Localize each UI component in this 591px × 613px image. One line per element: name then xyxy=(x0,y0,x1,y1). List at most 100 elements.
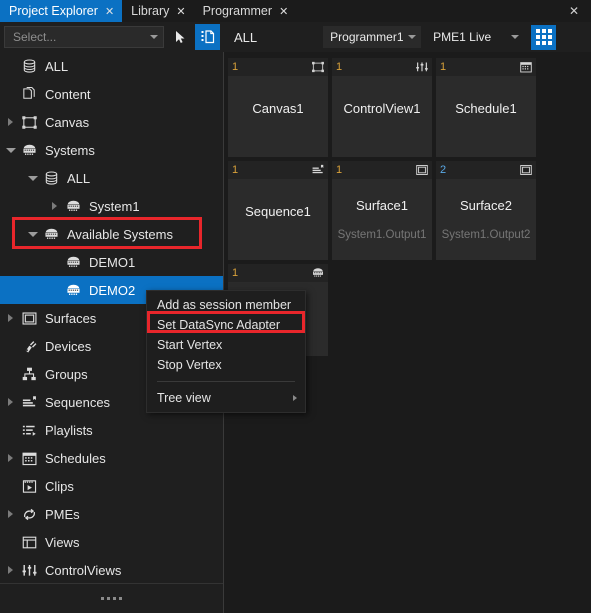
tree-item-systems[interactable]: Systems xyxy=(0,136,223,164)
tile-sequence1[interactable]: 1 Sequence1 xyxy=(228,161,328,260)
tile-title: Surface2 xyxy=(459,198,513,213)
chevron-right-icon[interactable] xyxy=(6,313,16,323)
tile-body: Surface2 System1.Output2 xyxy=(436,179,536,260)
panel-resize-grip[interactable] xyxy=(0,583,223,613)
menu-item-stop-vertex[interactable]: Stop Vertex xyxy=(147,355,305,375)
tree-item-system1[interactable]: System1 xyxy=(0,192,223,220)
canvas-icon xyxy=(311,60,325,74)
programmer-dropdown[interactable]: Programmer1 xyxy=(323,26,422,48)
tree-item-schedules[interactable]: Schedules xyxy=(0,444,223,472)
tile-title: Surface1 xyxy=(355,198,409,213)
tree-item-label: DEMO1 xyxy=(89,254,136,270)
programmer-dropdown-value: Programmer1 xyxy=(330,30,404,44)
chevron-right-icon[interactable] xyxy=(50,201,60,211)
tree-item-label: ALL xyxy=(45,58,69,74)
tree-item-label: ControlViews xyxy=(45,562,122,578)
chevron-right-icon[interactable] xyxy=(6,397,16,407)
tile-controlview1[interactable]: 1 ControlView1 xyxy=(332,58,432,157)
tree-item-all[interactable]: ALL xyxy=(0,164,223,192)
tree-item-label: Canvas xyxy=(45,114,90,130)
content-icon xyxy=(20,85,38,103)
tree-item-views[interactable]: Views xyxy=(0,528,223,556)
grid-view-button[interactable] xyxy=(531,24,557,50)
tile-subtitle: System1.Output1 xyxy=(337,229,427,241)
system-icon xyxy=(20,141,38,159)
system-icon xyxy=(311,266,325,280)
tile-header: 1 xyxy=(332,161,432,179)
close-icon[interactable]: ✕ xyxy=(279,6,288,17)
sequence-icon xyxy=(311,163,325,177)
tab-programmer[interactable]: Programmer ✕ xyxy=(194,0,297,22)
menu-item-set-datasync-adapter[interactable]: Set DataSync Adapter xyxy=(147,315,305,335)
close-icon[interactable]: ✕ xyxy=(105,6,114,17)
tree-item-label: Views xyxy=(45,534,80,550)
tree-item-clips[interactable]: Clips xyxy=(0,472,223,500)
tree-item-demo1[interactable]: DEMO1 xyxy=(0,248,223,276)
menu-item-start-vertex[interactable]: Start Vertex xyxy=(147,335,305,355)
tab-label: Programmer xyxy=(202,3,273,18)
menu-item-label: Add as session member xyxy=(157,298,292,312)
pme-dropdown[interactable]: PME1 Live xyxy=(426,26,525,48)
chevron-down-icon[interactable] xyxy=(28,229,38,239)
tree-item-label: Groups xyxy=(45,366,88,382)
tile-number: 1 xyxy=(440,60,447,73)
tile-row: 1 Canvas1 1 ControlView1 1 Schedule1 xyxy=(228,58,591,157)
chevron-down-icon[interactable] xyxy=(28,173,38,183)
tile-surface2[interactable]: 2 Surface2 System1.Output2 xyxy=(436,161,536,260)
tree-item-pmes[interactable]: PMEs xyxy=(0,500,223,528)
tile-body: Surface1 System1.Output1 xyxy=(332,179,432,260)
tree-item-label: DEMO2 xyxy=(89,282,136,298)
chevron-right-icon[interactable] xyxy=(6,565,16,575)
chevron-right-icon[interactable] xyxy=(6,453,16,463)
system-icon xyxy=(42,225,60,243)
select-dropdown[interactable]: Select... xyxy=(4,26,164,48)
window-close-icon[interactable]: ✕ xyxy=(557,0,591,22)
tree-item-all[interactable]: ALL xyxy=(0,52,223,80)
tile-schedule1[interactable]: 1 Schedule1 xyxy=(436,58,536,157)
menu-item-tree-view[interactable]: Tree view xyxy=(147,388,305,408)
tree-item-available-systems[interactable]: Available Systems xyxy=(0,220,223,248)
tile-header: 1 xyxy=(436,58,536,76)
close-icon[interactable]: ✕ xyxy=(176,6,185,17)
chevron-right-icon xyxy=(293,395,297,401)
tile-title: Canvas1 xyxy=(252,101,304,116)
tile-title: Schedule1 xyxy=(455,101,517,116)
tile-number: 2 xyxy=(440,163,447,176)
database-icon xyxy=(42,169,60,187)
page-tool-button[interactable] xyxy=(195,24,220,50)
tree-item-label: Content xyxy=(45,86,91,102)
content-filter-label: ALL xyxy=(234,29,258,45)
tab-library[interactable]: Library ✕ xyxy=(122,0,193,22)
tree-item-label: Clips xyxy=(45,478,74,494)
application-window: Project Explorer ✕ Library ✕ Programmer … xyxy=(0,0,591,613)
tab-bar: Project Explorer ✕ Library ✕ Programmer … xyxy=(0,0,591,22)
tile-surface1[interactable]: 1 Surface1 System1.Output1 xyxy=(332,161,432,260)
tree-item-content[interactable]: Content xyxy=(0,80,223,108)
tree-item-label: System1 xyxy=(89,198,140,214)
tree-item-canvas[interactable]: Canvas xyxy=(0,108,223,136)
tile-canvas1[interactable]: 1 Canvas1 xyxy=(228,58,328,157)
chevron-down-icon xyxy=(408,35,417,39)
menu-item-add-as-session-member[interactable]: Add as session member xyxy=(147,295,305,315)
tree-item-label: Available Systems xyxy=(67,226,173,242)
tile-body: Canvas1 xyxy=(228,76,328,157)
tree-item-label: PMEs xyxy=(45,506,80,522)
tree-item-label: Surfaces xyxy=(45,310,97,326)
tile-header: 1 xyxy=(228,161,328,179)
view-icon xyxy=(20,533,38,551)
chevron-down-icon[interactable] xyxy=(6,145,16,155)
chevron-right-icon[interactable] xyxy=(6,509,16,519)
group-icon xyxy=(20,365,38,383)
tree-item-controlviews[interactable]: ControlViews xyxy=(0,556,223,584)
tree-item-playlists[interactable]: Playlists xyxy=(0,416,223,444)
tile-header: 1 xyxy=(332,58,432,76)
pointer-tool-button[interactable] xyxy=(167,24,192,50)
tile-number: 1 xyxy=(232,163,239,176)
device-icon xyxy=(20,337,38,355)
tab-project-explorer[interactable]: Project Explorer ✕ xyxy=(0,0,123,22)
tile-header: 1 xyxy=(228,58,328,76)
chevron-right-icon[interactable] xyxy=(6,117,16,127)
